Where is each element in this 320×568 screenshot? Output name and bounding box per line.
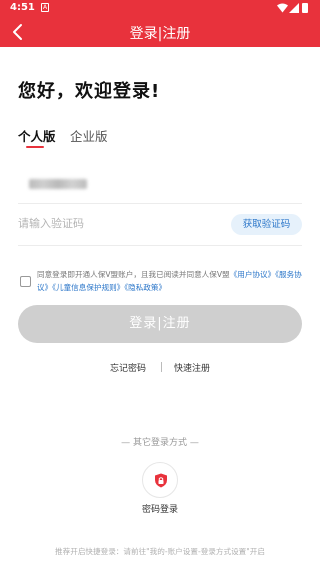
phone-number-field[interactable] bbox=[18, 170, 302, 204]
agreement-text: 同意登录即开通人保V盟账户，且我已阅读并同意人保V盟《用户协议》《服务协议》《儿… bbox=[37, 268, 303, 294]
tab-active-indicator bbox=[26, 146, 44, 148]
child-protection-link[interactable]: 《儿童信息保护规则》 bbox=[52, 283, 124, 292]
verification-code-row: 获取验证码 bbox=[18, 210, 302, 246]
get-code-button[interactable]: 获取验证码 bbox=[231, 214, 302, 235]
agreement-checkbox[interactable] bbox=[20, 276, 31, 287]
quick-login-tip: 推荐开启快捷登录：请前往"我的-账户设置-登录方式设置"开启 bbox=[55, 547, 265, 556]
tab-enterprise[interactable]: 企业版 bbox=[70, 126, 108, 145]
masked-phone-number bbox=[29, 179, 87, 189]
privacy-policy-link[interactable]: 《隐私政策》 bbox=[124, 283, 166, 292]
nav-bar: 登录|注册 bbox=[0, 17, 320, 47]
welcome-heading: 您好，欢迎登录! bbox=[18, 81, 161, 102]
notification-icon: A bbox=[41, 3, 49, 12]
verification-code-input[interactable] bbox=[18, 217, 168, 230]
password-shield-icon bbox=[155, 473, 167, 488]
status-bar: 4:51 A bbox=[0, 0, 320, 17]
password-login-button[interactable] bbox=[142, 462, 178, 498]
quick-register-link[interactable]: 快速注册 bbox=[174, 361, 210, 374]
battery-icon bbox=[302, 3, 308, 13]
secondary-links: 忘记密码 快速注册 bbox=[0, 361, 320, 375]
other-login-methods-title: — 其它登录方式 — bbox=[121, 438, 199, 448]
agreement-prefix: 同意登录即开通人保V盟账户，且我已阅读并同意人保V盟 bbox=[37, 270, 230, 279]
status-time: 4:51 bbox=[10, 2, 35, 13]
tab-personal[interactable]: 个人版 bbox=[18, 126, 56, 145]
wifi-icon bbox=[277, 3, 288, 13]
login-register-button[interactable]: 登录|注册 bbox=[18, 305, 302, 343]
forgot-password-link[interactable]: 忘记密码 bbox=[110, 361, 146, 374]
password-login-label: 密码登录 bbox=[141, 505, 178, 515]
link-divider bbox=[161, 362, 162, 372]
page-title: 登录|注册 bbox=[129, 26, 191, 42]
signal-icon bbox=[289, 3, 299, 13]
